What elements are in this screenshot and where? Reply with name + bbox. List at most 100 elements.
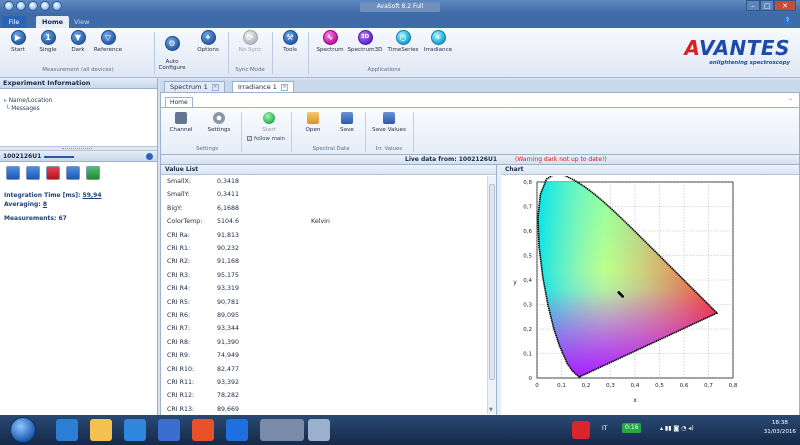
- value-key: SmallY:: [167, 191, 190, 199]
- value-list-header: Value List: [161, 165, 496, 175]
- spectrum-button[interactable]: ∿ Spectrum: [312, 30, 348, 53]
- tab-home[interactable]: Home: [36, 16, 70, 28]
- group-separator: [365, 112, 366, 152]
- close-tab-icon[interactable]: ×: [280, 83, 288, 91]
- value-key: ColorTemp:: [167, 218, 203, 226]
- maximize-button[interactable]: □: [760, 0, 774, 11]
- language-indicator[interactable]: IT: [602, 425, 607, 432]
- device-settings-icon[interactable]: [6, 166, 20, 180]
- no-sync-button[interactable]: ⟳ No Sync: [230, 30, 270, 53]
- collapse-icon[interactable]: ⌃: [788, 98, 793, 105]
- tools-button[interactable]: ⚒ Tools: [274, 30, 306, 53]
- settings-button[interactable]: Settings: [201, 112, 237, 133]
- inner-tab-home[interactable]: Home: [165, 97, 193, 107]
- quick-access-toolbar[interactable]: [4, 1, 62, 11]
- settings-icon: [213, 112, 225, 124]
- timeseries-button[interactable]: ◷ TimeSeries: [384, 30, 422, 53]
- qat-icon[interactable]: [28, 1, 38, 11]
- auto-configure-button[interactable]: ⚙ Auto Configure: [156, 30, 188, 71]
- x-tick-label: 0,8: [729, 383, 738, 389]
- window-controls: – □ ✕: [746, 0, 796, 11]
- scroll-down-icon[interactable]: ▼: [489, 407, 493, 413]
- device-dark-icon[interactable]: [46, 166, 60, 180]
- irradiance-start-button[interactable]: Start: [251, 112, 287, 133]
- device-power-icon[interactable]: [86, 166, 100, 180]
- channel-button[interactable]: Channel: [163, 112, 199, 133]
- averaging-value[interactable]: 8: [43, 201, 47, 208]
- dark-button[interactable]: ▼ Dark: [62, 30, 94, 53]
- value-number: 82,477: [217, 365, 240, 373]
- tab-spectrum-1[interactable]: Spectrum 1 ×: [164, 81, 225, 92]
- single-icon: 1: [40, 30, 56, 45]
- value-number: 93,392: [217, 379, 240, 386]
- start-button[interactable]: ▶ Start: [2, 30, 34, 53]
- device-save-icon[interactable]: [26, 166, 40, 180]
- close-button[interactable]: ✕: [774, 0, 796, 11]
- spectrum3d-button[interactable]: 3D Spectrum3D: [346, 30, 384, 53]
- value-list-row: CRI R9: 74,949: [167, 351, 487, 361]
- qat-icon[interactable]: [52, 1, 62, 11]
- irradiance-toolbar: Channel Settings Settings Start ✓ follow …: [161, 107, 799, 155]
- ie-taskbar-icon[interactable]: [56, 419, 78, 441]
- chrome-taskbar-icon[interactable]: [192, 419, 214, 441]
- cie-chromaticity-diagram[interactable]: 00 0,1 0,1 0,2 0,2 0,3 0,3 0,4 0,4 0,5 0,5 0,6 0,6 0,…: [501, 176, 797, 414]
- app-taskbar-icon[interactable]: [226, 419, 248, 441]
- value-list-scrollbar[interactable]: ▼: [487, 176, 496, 414]
- reference-button[interactable]: ▽ Reference: [92, 30, 124, 53]
- app-taskbar-icon[interactable]: [158, 419, 180, 441]
- tab-file[interactable]: File: [2, 16, 26, 28]
- scroll-thumb[interactable]: [489, 184, 495, 380]
- save-button[interactable]: Save: [329, 112, 365, 133]
- x-tick-label: 0,5: [655, 383, 664, 389]
- window-title: AvaSoft 8.2 Full: [360, 2, 440, 12]
- x-axis-label: x: [633, 397, 637, 404]
- open-button[interactable]: Open: [295, 112, 331, 133]
- value-list: Value List SmallX: 0,3418 SmallY: 0,3411 Big…: [161, 165, 497, 415]
- value-list-row: CRI R13: 89,669: [167, 405, 487, 415]
- channel-icon: [175, 112, 187, 124]
- device-header[interactable]: 1002126U1: [0, 151, 157, 162]
- value-number: 90,232: [217, 245, 240, 252]
- tray-icons[interactable]: ▴ ▮▮ ◙ ◔ ◂): [660, 425, 694, 432]
- notification-icon[interactable]: [572, 421, 590, 439]
- value-key: CRI R3:: [167, 271, 191, 279]
- y-tick-label: 0,8: [523, 180, 532, 186]
- app-taskbar-icon[interactable]: [308, 419, 330, 441]
- follow-main-checkbox[interactable]: ✓ follow main: [247, 136, 285, 142]
- tab-irradiance-1[interactable]: Irradiance 1 ×: [232, 81, 294, 92]
- value-list-row: CRI R8: 91,390: [167, 338, 487, 348]
- start-menu-button[interactable]: [10, 417, 36, 443]
- app-taskbar-icon[interactable]: [124, 419, 146, 441]
- save-icon: [341, 112, 353, 124]
- irradiance-button[interactable]: ☀ Irradiance: [420, 30, 456, 53]
- qat-icon[interactable]: [4, 1, 14, 11]
- value-key: CRI R9:: [167, 352, 191, 360]
- tree-item-messages[interactable]: └ Messages: [4, 105, 157, 113]
- integration-time-value[interactable]: 59,94: [83, 192, 102, 199]
- avasoft-taskbar-icon[interactable]: [260, 419, 304, 441]
- value-number: 93,344: [217, 325, 240, 333]
- value-list-row: CRI Ra: 91,813: [167, 231, 487, 241]
- single-button[interactable]: 1 Single: [32, 30, 64, 53]
- tree-item-name-location[interactable]: ▹ Name/Location: [4, 97, 157, 105]
- close-tab-icon[interactable]: ×: [211, 83, 219, 91]
- start-icon: [263, 112, 275, 124]
- value-list-row: CRI R4: 93,319: [167, 284, 487, 294]
- clock[interactable]: 18:38 31/03/2016: [764, 419, 796, 437]
- qat-icon[interactable]: [40, 1, 50, 11]
- device-chart-icon[interactable]: [66, 166, 80, 180]
- value-number: 91,813: [217, 231, 240, 239]
- help-icon[interactable]: ?: [783, 16, 792, 25]
- y-tick-label: 0: [529, 376, 533, 382]
- value-number: 6,1688: [217, 204, 240, 212]
- tab-view[interactable]: View: [68, 16, 95, 28]
- qat-icon[interactable]: [16, 1, 26, 11]
- y-tick-label: 0,3: [523, 303, 532, 309]
- value-number: 90,781: [217, 298, 240, 306]
- minimize-button[interactable]: –: [746, 0, 760, 11]
- explorer-taskbar-icon[interactable]: [90, 419, 112, 441]
- options-button[interactable]: ✦ Options: [192, 30, 224, 53]
- value-number: 74,949: [217, 352, 240, 360]
- x-tick-label: 0,6: [680, 383, 689, 389]
- save-values-button[interactable]: Save Values: [369, 112, 409, 133]
